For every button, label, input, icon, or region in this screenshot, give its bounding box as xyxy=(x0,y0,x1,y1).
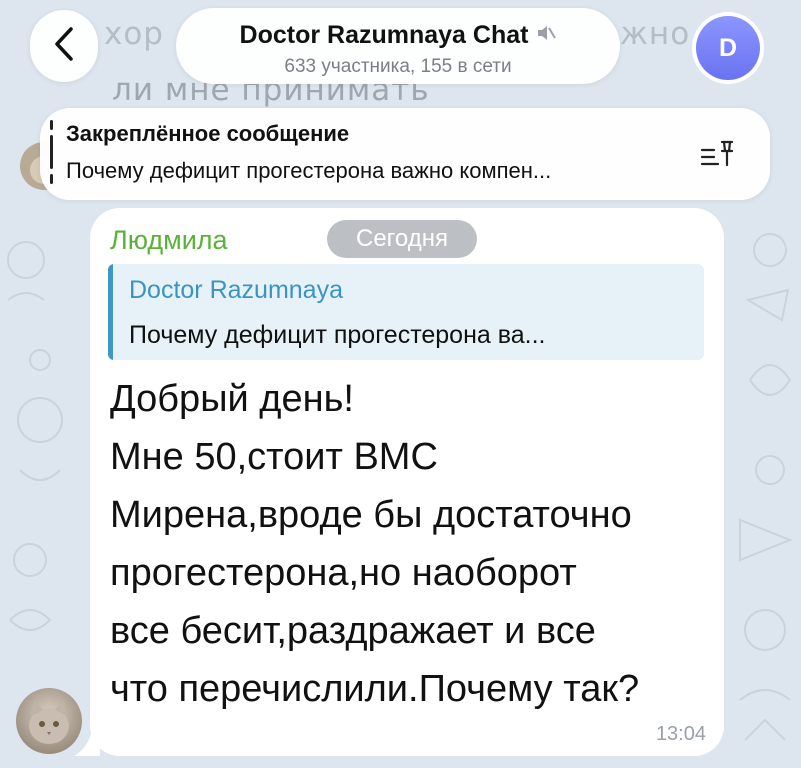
message-line: все бесит,раздражает и все xyxy=(110,610,596,652)
chevron-left-icon xyxy=(53,26,75,67)
pinned-list-icon[interactable] xyxy=(700,138,736,177)
avatar-letter: D xyxy=(696,16,760,80)
pinned-title: Закреплённое сообщение xyxy=(66,121,350,146)
chat-avatar[interactable]: D xyxy=(692,12,764,84)
message-line: что перечислили.Почему так? xyxy=(110,668,640,710)
reply-text: Почему дефицит прогестерона ва... xyxy=(129,321,546,349)
reply-author: Doctor Razumnaya xyxy=(129,276,343,304)
chat-subtitle: 633 участника, 155 в сети xyxy=(284,56,512,77)
muted-speaker-icon xyxy=(536,24,557,47)
message-line: Добрый день! xyxy=(110,378,354,420)
chat-title: Doctor Razumnaya Chat xyxy=(239,21,529,49)
reply-accent-bar xyxy=(108,264,113,360)
back-button[interactable] xyxy=(30,10,98,82)
sender-name[interactable]: Людмила xyxy=(110,225,228,256)
chat-header[interactable]: Doctor Razumnaya Chat 633 участника, 155… xyxy=(176,8,620,84)
background-faded-text-left: хор xyxy=(104,16,164,52)
sender-avatar[interactable] xyxy=(16,688,82,754)
message-line: Мне 50,стоит ВМС xyxy=(110,436,438,478)
message-bubble[interactable]: Людмила Сегодня Doctor Razumnaya Почему … xyxy=(90,208,724,756)
date-badge: Сегодня xyxy=(327,220,477,258)
message-line: Мирена,вроде бы достаточно xyxy=(110,494,632,536)
pinned-text: Почему дефицит прогестерона важно компен… xyxy=(66,158,552,183)
pinned-message-bar[interactable]: Закреплённое сообщение Почему дефицит пр… xyxy=(40,108,770,200)
message-line: прогестерона,но наоборот xyxy=(110,552,577,594)
background-faded-text-right: жно xyxy=(620,16,691,52)
pinned-indicator xyxy=(50,120,53,186)
reply-quote[interactable]: Doctor Razumnaya Почему дефицит прогесте… xyxy=(108,264,704,360)
message-time: 13:04 xyxy=(655,723,706,745)
